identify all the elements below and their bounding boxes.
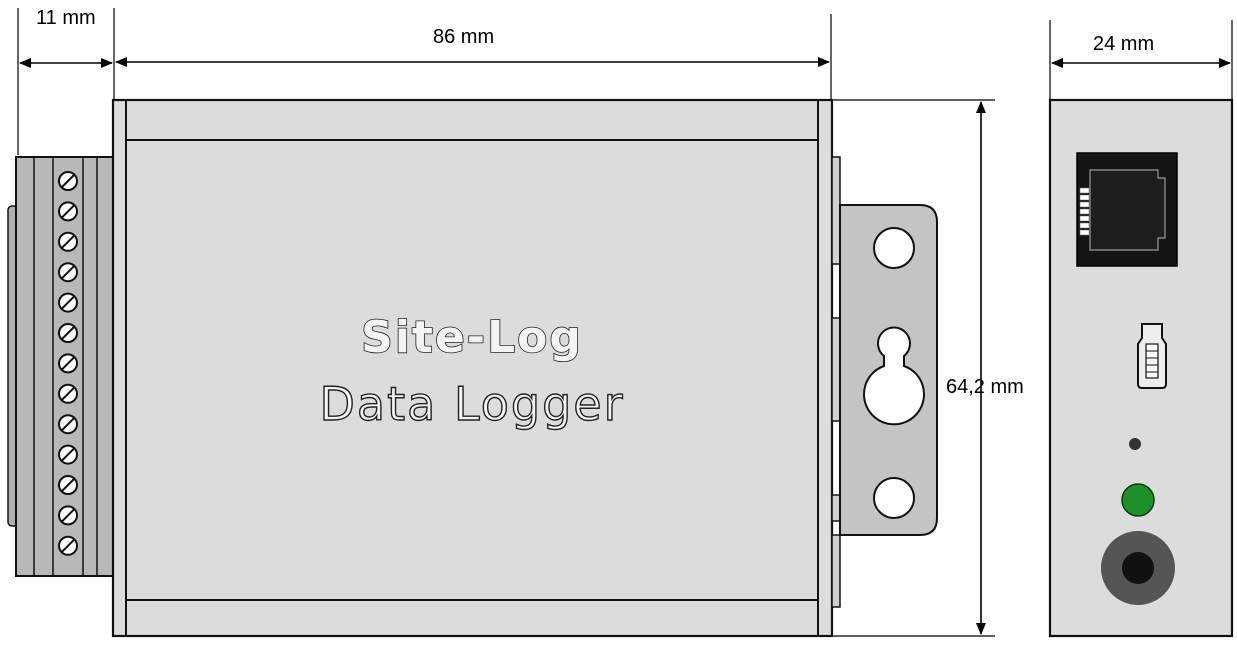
mounting-hole-bottom [873, 477, 915, 519]
side-tab [831, 494, 841, 522]
mini-usb-port-icon [1137, 323, 1167, 389]
terminal-screw-icon [58, 292, 78, 313]
terminal-screw-icon [58, 505, 78, 526]
device-body: Site-Log Data Logger [111, 98, 834, 638]
led-icon [1121, 483, 1155, 517]
side-tab [831, 534, 841, 608]
terminal-block [7, 156, 114, 577]
power-jack-icon [1101, 531, 1175, 605]
device-body-housing [111, 98, 834, 638]
dimension-label-body-length: 86 mm [433, 26, 494, 48]
terminal-screw-icon [58, 535, 78, 556]
device-dimension-diagram: 11 mm 86 mm Site-Log Data Logger 64,2 mm… [0, 0, 1237, 641]
diagram-canvas: 11 mm 86 mm Site-Log Data Logger 64,2 mm… [7, 7, 1234, 638]
device-label-line2: Data Logger [319, 377, 624, 431]
side-tab [831, 156, 841, 265]
mounting-bracket [831, 156, 938, 608]
terminal-screw-icon [58, 383, 78, 404]
terminal-screw-icon [58, 201, 78, 222]
terminal-screw-icon [58, 171, 78, 191]
dimension-label-width: 24 mm [1093, 33, 1154, 55]
terminal-screw-icon [58, 323, 78, 343]
rj45-port-icon [1076, 152, 1178, 267]
reset-hole-icon [1129, 438, 1141, 450]
dimension-width: 24 mm [1049, 20, 1233, 100]
device-label-line1: Site-Log [361, 312, 583, 363]
terminal-screw-icon [58, 414, 78, 435]
end-panel [1048, 98, 1234, 638]
dimension-label-height: 64,2 mm [946, 376, 1024, 398]
terminal-screw-icon [58, 353, 78, 374]
side-tab [831, 317, 841, 422]
dimension-terminal-depth: 11 mm [17, 7, 115, 155]
dimension-body-length: 86 mm [115, 14, 832, 100]
terminal-screw-icon [58, 444, 78, 465]
dimension-label-terminal-depth: 11 mm [36, 7, 96, 29]
terminal-screw-icon [58, 231, 78, 252]
terminal-screw-icon [58, 475, 78, 495]
mounting-hole-top [873, 227, 915, 269]
terminal-screw-icon [58, 262, 78, 283]
